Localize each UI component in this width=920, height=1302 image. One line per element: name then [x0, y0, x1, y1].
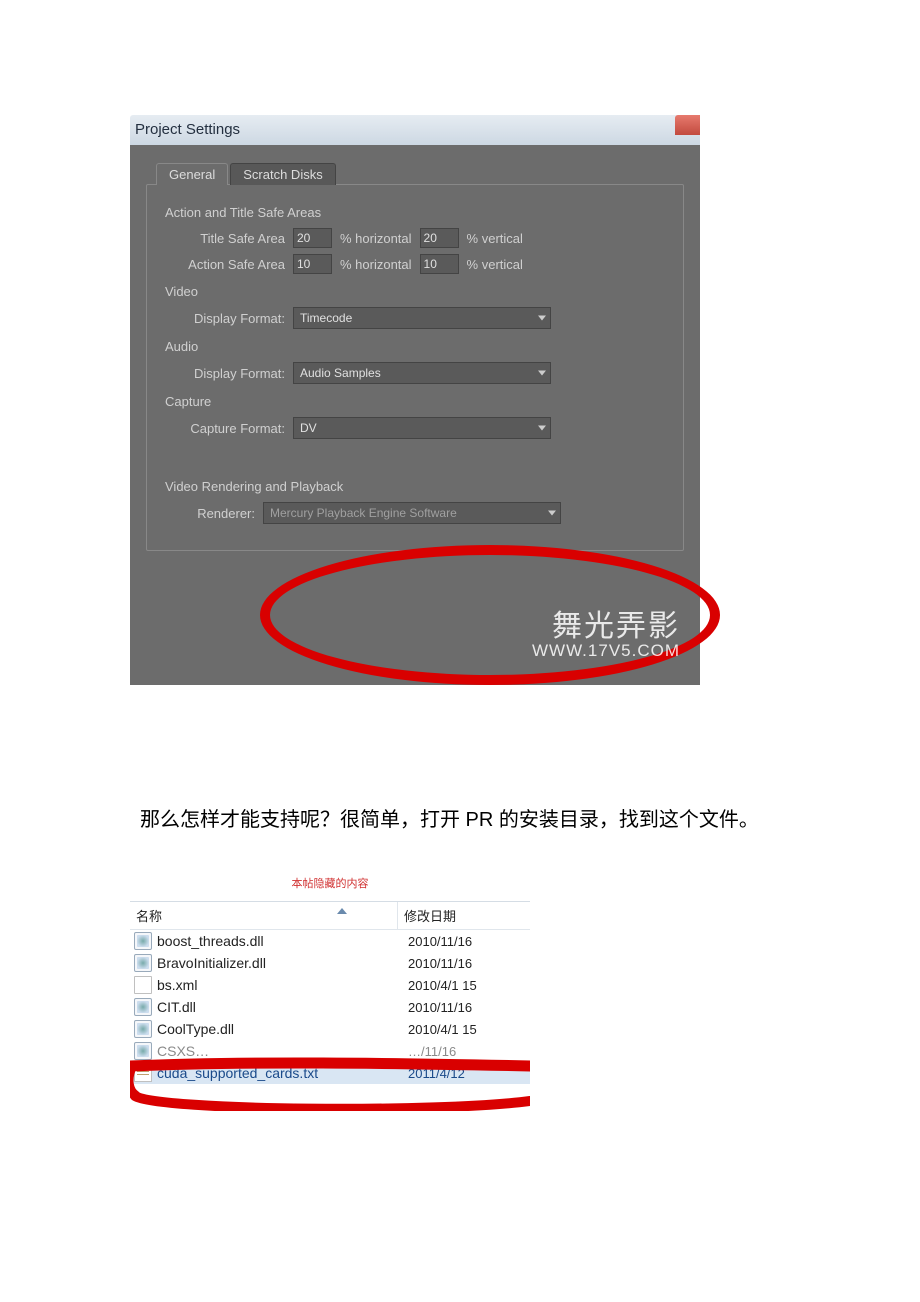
dll-icon: [134, 932, 152, 950]
hidden-content-label: 本帖隐藏的内容: [130, 875, 530, 891]
file-row[interactable]: boost_threads.dll2010/11/16: [130, 930, 530, 952]
legend-capture: Capture: [165, 394, 665, 409]
file-date: 2010/11/16: [408, 1000, 528, 1015]
file-list-screenshot: 本帖隐藏的内容 名称 修改日期 boost_threads.dll2010/11…: [130, 875, 530, 1084]
sort-asc-icon: [337, 908, 347, 914]
file-row[interactable]: CIT.dll2010/11/16: [130, 996, 530, 1018]
column-header-name-text: 名称: [136, 909, 162, 924]
row-action-safe: Action Safe Area 10 % horizontal 10 % ve…: [165, 254, 665, 274]
dropdown-renderer[interactable]: Mercury Playback Engine Software: [263, 502, 561, 524]
dropdown-value: Audio Samples: [300, 366, 381, 380]
file-row[interactable]: BravoInitializer.dll2010/11/16: [130, 952, 530, 974]
dropdown-audio-format[interactable]: Audio Samples: [293, 362, 551, 384]
txt-icon: [134, 1064, 152, 1082]
row-video-format: Display Format: Timecode: [165, 307, 665, 329]
tab-general[interactable]: General: [156, 163, 228, 185]
dropdown-value: Mercury Playback Engine Software: [270, 506, 457, 520]
watermark-line2: WWW.17V5.COM: [532, 642, 680, 660]
file-date: 2010/11/16: [408, 956, 528, 971]
row-audio-format: Display Format: Audio Samples: [165, 362, 665, 384]
tab-scratch-disks[interactable]: Scratch Disks: [230, 163, 335, 185]
input-action-safe-v[interactable]: 10: [420, 254, 459, 274]
row-renderer: Renderer: Mercury Playback Engine Softwa…: [165, 502, 665, 524]
label-capture-format: Capture Format:: [165, 421, 285, 436]
label-action-safe: Action Safe Area: [165, 257, 285, 272]
dll-icon: [134, 998, 152, 1016]
unit-horiz: % horizontal: [340, 231, 412, 246]
dll-icon: [134, 954, 152, 972]
chevron-down-icon: [538, 426, 546, 431]
label-title-safe: Title Safe Area: [165, 231, 285, 246]
instruction-paragraph: 那么怎样才能支持呢？很简单，打开 PR 的安装目录，找到这个文件。: [100, 795, 770, 845]
row-capture-format: Capture Format: DV: [165, 417, 665, 439]
file-date: 2010/4/1 15: [408, 1022, 528, 1037]
legend-rendering: Video Rendering and Playback: [165, 479, 665, 494]
unit-vert-2: % vertical: [467, 257, 523, 272]
column-header-date[interactable]: 修改日期: [398, 902, 530, 929]
watermark-line1: 舞光弄影: [532, 611, 680, 643]
dialog-title: Project Settings: [135, 121, 240, 138]
file-date: 2010/4/1 15: [408, 978, 528, 993]
unit-vert: % vertical: [467, 231, 523, 246]
dropdown-value: DV: [300, 421, 317, 435]
file-name: BravoInitializer.dll: [157, 955, 408, 971]
input-action-safe-h[interactable]: 10: [293, 254, 332, 274]
dropdown-value: Timecode: [300, 311, 352, 325]
column-header-name[interactable]: 名称: [130, 902, 398, 929]
legend-video: Video: [165, 284, 665, 299]
legend-safe-areas: Action and Title Safe Areas: [165, 205, 665, 220]
file-table: 名称 修改日期 boost_threads.dll2010/11/16Bravo…: [130, 901, 530, 1084]
file-date: 2010/11/16: [408, 934, 528, 949]
file-date: …/11/16: [408, 1044, 528, 1059]
watermark: 舞光弄影 WWW.17V5.COM: [532, 611, 680, 660]
file-name: CIT.dll: [157, 999, 408, 1015]
dll-icon: [134, 1020, 152, 1038]
dialog-titlebar: Project Settings: [130, 115, 700, 145]
file-name: cuda_supported_cards.txt: [157, 1065, 408, 1081]
project-settings-dialog: Project Settings General Scratch Disks A…: [130, 115, 700, 685]
file-name: bs.xml: [157, 977, 408, 993]
chevron-down-icon: [538, 371, 546, 376]
file-name: CoolType.dll: [157, 1021, 408, 1037]
label-renderer: Renderer:: [165, 506, 255, 521]
file-row[interactable]: cuda_supported_cards.txt2011/4/12: [130, 1062, 530, 1084]
close-icon[interactable]: [675, 115, 700, 135]
dropdown-capture-format[interactable]: DV: [293, 417, 551, 439]
xml-icon: [134, 976, 152, 994]
chevron-down-icon: [538, 316, 546, 321]
file-name: CSXS…: [157, 1043, 408, 1059]
chevron-down-icon: [548, 511, 556, 516]
settings-tabs: General Scratch Disks: [156, 163, 684, 185]
label-audio-format: Display Format:: [165, 366, 285, 381]
row-title-safe: Title Safe Area 20 % horizontal 20 % ver…: [165, 228, 665, 248]
file-name: boost_threads.dll: [157, 933, 408, 949]
legend-audio: Audio: [165, 339, 665, 354]
file-table-header: 名称 修改日期: [130, 902, 530, 930]
label-video-format: Display Format:: [165, 311, 285, 326]
file-rows: boost_threads.dll2010/11/16BravoInitiali…: [130, 930, 530, 1084]
input-title-safe-v[interactable]: 20: [420, 228, 459, 248]
dll-icon: [134, 1042, 152, 1060]
unit-horiz-2: % horizontal: [340, 257, 412, 272]
file-row[interactable]: CoolType.dll2010/4/1 15: [130, 1018, 530, 1040]
file-row[interactable]: CSXS……/11/16: [130, 1040, 530, 1062]
dropdown-video-format[interactable]: Timecode: [293, 307, 551, 329]
file-date: 2011/4/12: [408, 1066, 528, 1081]
file-row[interactable]: bs.xml2010/4/1 15: [130, 974, 530, 996]
input-title-safe-h[interactable]: 20: [293, 228, 332, 248]
